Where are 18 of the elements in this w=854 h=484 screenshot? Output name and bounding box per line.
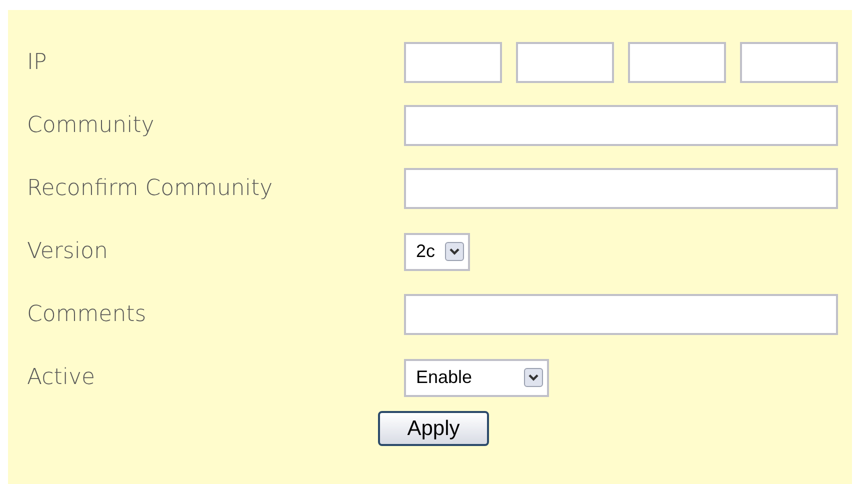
- field-label: IP: [26, 49, 48, 77]
- dropdown-icon: [445, 242, 464, 261]
- ip-octet-field[interactable]: [740, 42, 838, 83]
- dropdown-icon: [524, 368, 543, 387]
- text-field[interactable]: [404, 294, 838, 335]
- field-label: Community: [26, 112, 156, 140]
- dropdown[interactable]: Enable: [404, 358, 549, 396]
- field-label: Comments: [26, 301, 148, 329]
- field-label: Version: [26, 238, 109, 266]
- ip-octet-field[interactable]: [516, 42, 614, 83]
- text-field[interactable]: [404, 105, 838, 146]
- ip-octet-field[interactable]: [628, 42, 726, 83]
- ip-octet-field[interactable]: [404, 42, 502, 83]
- dropdown[interactable]: 2c: [404, 232, 470, 270]
- field-label: Active: [26, 364, 96, 392]
- apply-button[interactable]: Apply: [378, 411, 489, 446]
- field-label: Reconfirm Community: [26, 175, 274, 203]
- text-field[interactable]: [404, 168, 838, 209]
